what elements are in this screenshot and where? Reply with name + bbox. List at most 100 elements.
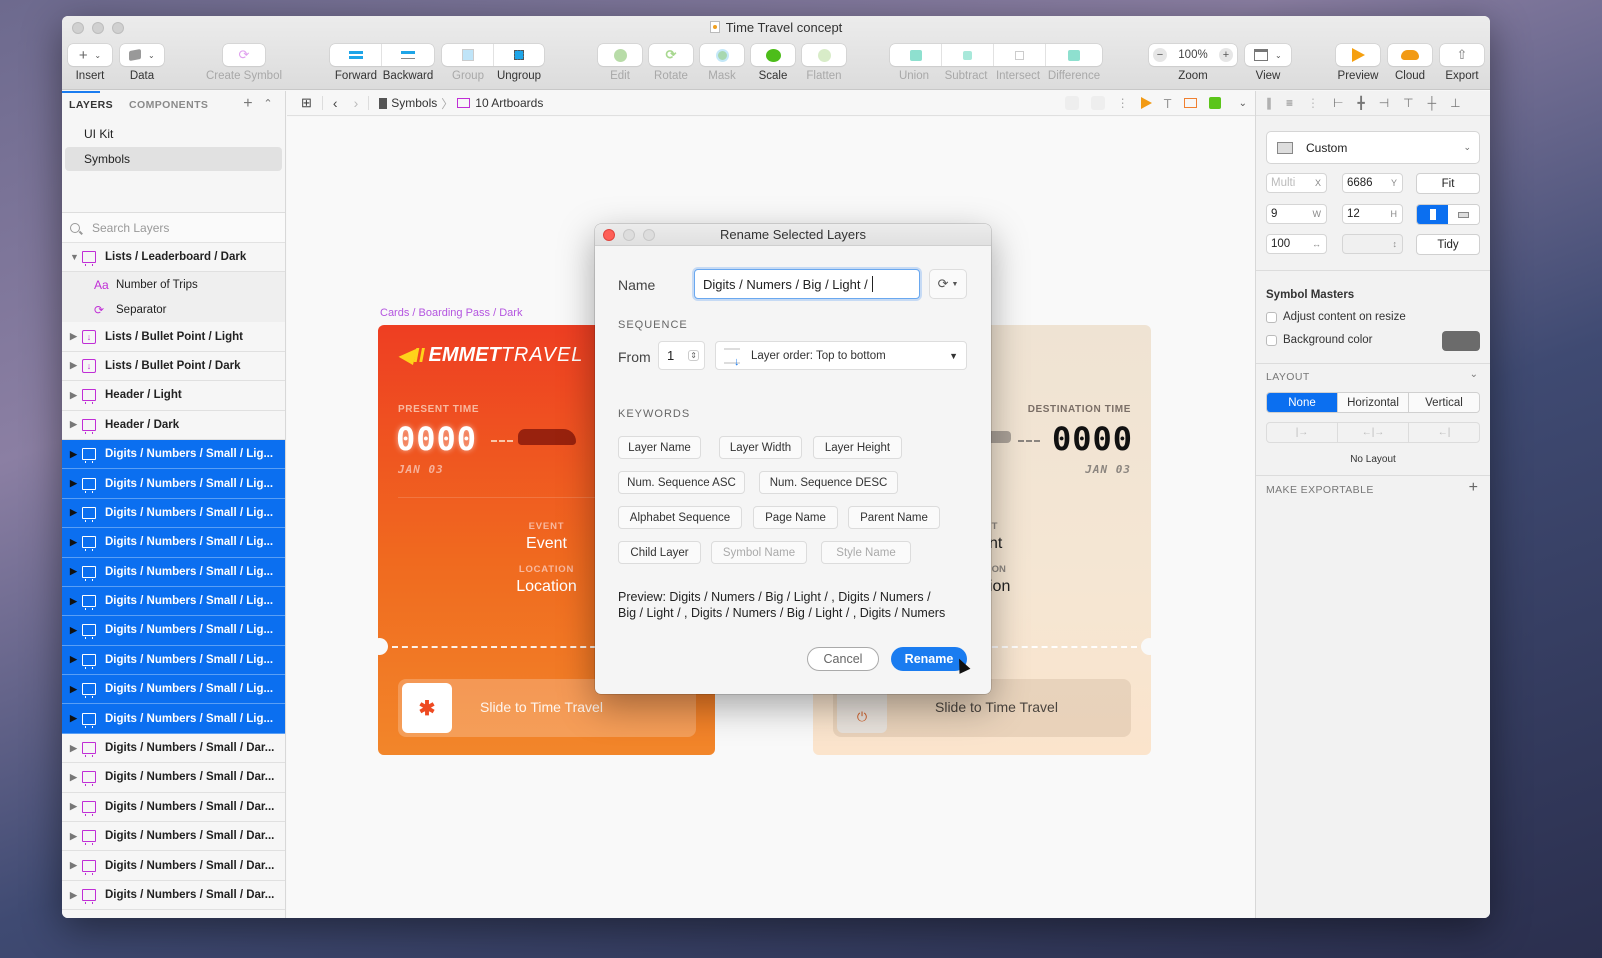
distribute-vertical-icon[interactable]: ≡ xyxy=(1286,96,1293,110)
landscape-button[interactable] xyxy=(1448,205,1479,224)
zoom-in-button[interactable]: + xyxy=(1218,48,1233,62)
chevron-down-icon[interactable]: ⌄ xyxy=(1239,98,1247,109)
keyword-button[interactable]: Child Layer xyxy=(618,541,701,564)
layer-row[interactable]: ▶ Digits / Numbers / Small / Dar... xyxy=(62,763,285,793)
data-button[interactable]: ⌄ xyxy=(120,44,164,66)
disclosure-collapsed-icon[interactable]: ▶ xyxy=(70,507,78,518)
add-page-icon[interactable]: + xyxy=(243,95,253,113)
disclosure-collapsed-icon[interactable]: ▶ xyxy=(70,331,78,342)
layer-row[interactable]: ▶ Digits / Numbers / Small / Lig... xyxy=(62,557,285,587)
page-item-ui-kit[interactable]: UI Kit xyxy=(65,122,282,146)
union-button[interactable] xyxy=(890,44,942,66)
rotate-button[interactable]: ⟳ xyxy=(649,44,693,66)
align-center-button[interactable]: ←|→ xyxy=(1337,423,1408,442)
layer-row[interactable]: ▶ Digits / Numbers / Small / Lig... xyxy=(62,498,285,529)
disclosure-collapsed-icon[interactable]: ▶ xyxy=(70,478,78,489)
disclosure-collapsed-icon[interactable]: ▶ xyxy=(70,860,78,871)
keyword-button[interactable]: Page Name xyxy=(753,506,838,529)
disclosure-collapsed-icon[interactable]: ▶ xyxy=(70,684,78,695)
tab-components[interactable]: COMPONENTS xyxy=(129,99,208,111)
align-start-button[interactable]: |→ xyxy=(1267,423,1337,442)
width-field[interactable]: 9W xyxy=(1266,204,1327,224)
layer-row[interactable]: ▶ Digits / Numbers / Small / Dar... xyxy=(62,822,285,852)
dialog-minimize-button[interactable] xyxy=(623,229,635,241)
layer-row[interactable]: ▶ Digits / Numbers / Small / Dar... xyxy=(62,881,285,911)
layout-none-button[interactable]: None xyxy=(1267,393,1337,412)
backward-button[interactable] xyxy=(382,44,434,66)
slider-handle[interactable]: ✱ xyxy=(402,683,452,733)
layer-row[interactable]: ▶ Digits / Numbers / Small / Lig... xyxy=(62,616,285,646)
create-symbol-button[interactable]: ⟳ xyxy=(223,44,265,66)
layer-child-row[interactable]: ⟳ Separator xyxy=(62,297,285,323)
breadcrumb-page[interactable]: Symbols xyxy=(391,96,437,110)
preset-select[interactable]: Custom ⌄ xyxy=(1266,131,1480,164)
more-icon[interactable]: ⋮ xyxy=(1117,96,1129,110)
dialog-zoom-button[interactable] xyxy=(643,229,655,241)
disclosure-collapsed-icon[interactable]: ▶ xyxy=(70,801,78,812)
disclosure-collapsed-icon[interactable]: ▶ xyxy=(70,743,78,754)
edit-button[interactable] xyxy=(598,44,642,66)
difference-button[interactable] xyxy=(1046,44,1102,66)
keyword-button[interactable]: Num. Sequence DESC xyxy=(759,471,898,494)
layer-row[interactable]: ▶ Digits / Numbers / Small / Dar... xyxy=(62,734,285,764)
align-right-icon[interactable]: ⊣ xyxy=(1379,96,1389,110)
grid-view-icon[interactable]: ⊞ xyxy=(301,95,312,111)
align-bottom-icon[interactable]: ⊥ xyxy=(1450,96,1460,110)
intersect-button[interactable] xyxy=(994,44,1046,66)
layout-horizontal-button[interactable]: Horizontal xyxy=(1337,393,1408,412)
search-input[interactable]: Search Layers xyxy=(92,221,169,235)
layer-row[interactable]: ▶ ↓ Lists / Bullet Point / Dark xyxy=(62,352,285,382)
rotation-field[interactable]: 100 ↔ xyxy=(1266,234,1327,254)
disclosure-collapsed-icon[interactable]: ▶ xyxy=(70,419,78,430)
layout-vertical-button[interactable]: Vertical xyxy=(1408,393,1479,412)
preview-button[interactable] xyxy=(1336,44,1380,66)
layer-row[interactable]: ▼ Lists / Leaderboard / Dark xyxy=(62,243,285,273)
from-stepper[interactable]: 1 ⇕ xyxy=(658,341,705,370)
mask-button[interactable] xyxy=(700,44,744,66)
cloud-button[interactable] xyxy=(1388,44,1432,66)
back-icon[interactable]: ‹ xyxy=(333,95,338,111)
layer-row[interactable]: ▶ Digits / Numbers / Small / Lig... xyxy=(62,586,285,617)
layer-row[interactable]: ▶ Digits / Numbers / Small / Lig... xyxy=(62,675,285,705)
name-input[interactable]: Digits / Numers / Big / Light / xyxy=(694,269,920,299)
fit-button[interactable]: Fit xyxy=(1416,173,1480,194)
align-left-icon[interactable]: ⊢ xyxy=(1333,96,1343,110)
history-button[interactable]: ⟳ ▼ xyxy=(929,269,967,299)
tidy-button[interactable]: Tidy xyxy=(1416,234,1480,255)
ungroup-button[interactable] xyxy=(494,44,544,66)
export-button[interactable]: ⇧ xyxy=(1440,44,1484,66)
layout-collapse-icon[interactable]: ⌄ xyxy=(1470,369,1478,380)
keyword-button[interactable]: Layer Height xyxy=(813,436,902,459)
scale-button[interactable] xyxy=(751,44,795,66)
distribute-horizontal-icon[interactable]: ∥ xyxy=(1266,96,1272,110)
disclosure-collapsed-icon[interactable]: ▶ xyxy=(70,360,78,371)
disclosure-collapsed-icon[interactable]: ▶ xyxy=(70,566,78,577)
keyword-button[interactable]: Layer Width xyxy=(719,436,802,459)
search-layers[interactable]: Search Layers xyxy=(62,213,285,243)
layer-row[interactable]: ▶ Header / Light xyxy=(62,381,285,411)
layer-row[interactable]: ▶ Digits / Numbers / Small / Lig... xyxy=(62,469,285,499)
x-field[interactable]: Multi X xyxy=(1266,173,1327,193)
insert-button[interactable]: + ⌄ xyxy=(68,44,112,66)
dialog-close-button[interactable] xyxy=(603,229,615,241)
disclosure-collapsed-icon[interactable]: ▶ xyxy=(70,596,78,607)
forward-button[interactable] xyxy=(330,44,382,66)
disclosure-collapsed-icon[interactable]: ▶ xyxy=(70,625,78,636)
layer-row[interactable]: ▶ Digits / Numbers / Small / Dar... xyxy=(62,793,285,823)
page-item-symbols[interactable]: Symbols xyxy=(65,147,282,171)
background-color-checkbox[interactable] xyxy=(1266,335,1277,346)
download-icon[interactable] xyxy=(1090,96,1105,110)
align-center-horizontal-icon[interactable]: ╋ xyxy=(1357,96,1364,110)
disclosure-collapsed-icon[interactable]: ▶ xyxy=(70,449,78,460)
disclosure-expanded-icon[interactable]: ▼ xyxy=(70,252,79,262)
subtract-button[interactable] xyxy=(942,44,994,66)
keyword-button[interactable]: Layer Name xyxy=(618,436,701,459)
layer-row[interactable]: ▶ Digits / Numbers / Small / Lig... xyxy=(62,439,285,470)
layer-row[interactable]: ▶ Digits / Numbers / Small / Lig... xyxy=(62,645,285,676)
group-button[interactable] xyxy=(442,44,494,66)
layer-row[interactable]: ▶ ↓ Lists / Bullet Point / Light xyxy=(62,322,285,352)
runner-icon[interactable] xyxy=(1064,96,1079,110)
forward-nav-icon[interactable]: › xyxy=(354,95,359,111)
background-color-swatch[interactable] xyxy=(1442,331,1480,351)
disclosure-collapsed-icon[interactable]: ▶ xyxy=(70,537,78,548)
